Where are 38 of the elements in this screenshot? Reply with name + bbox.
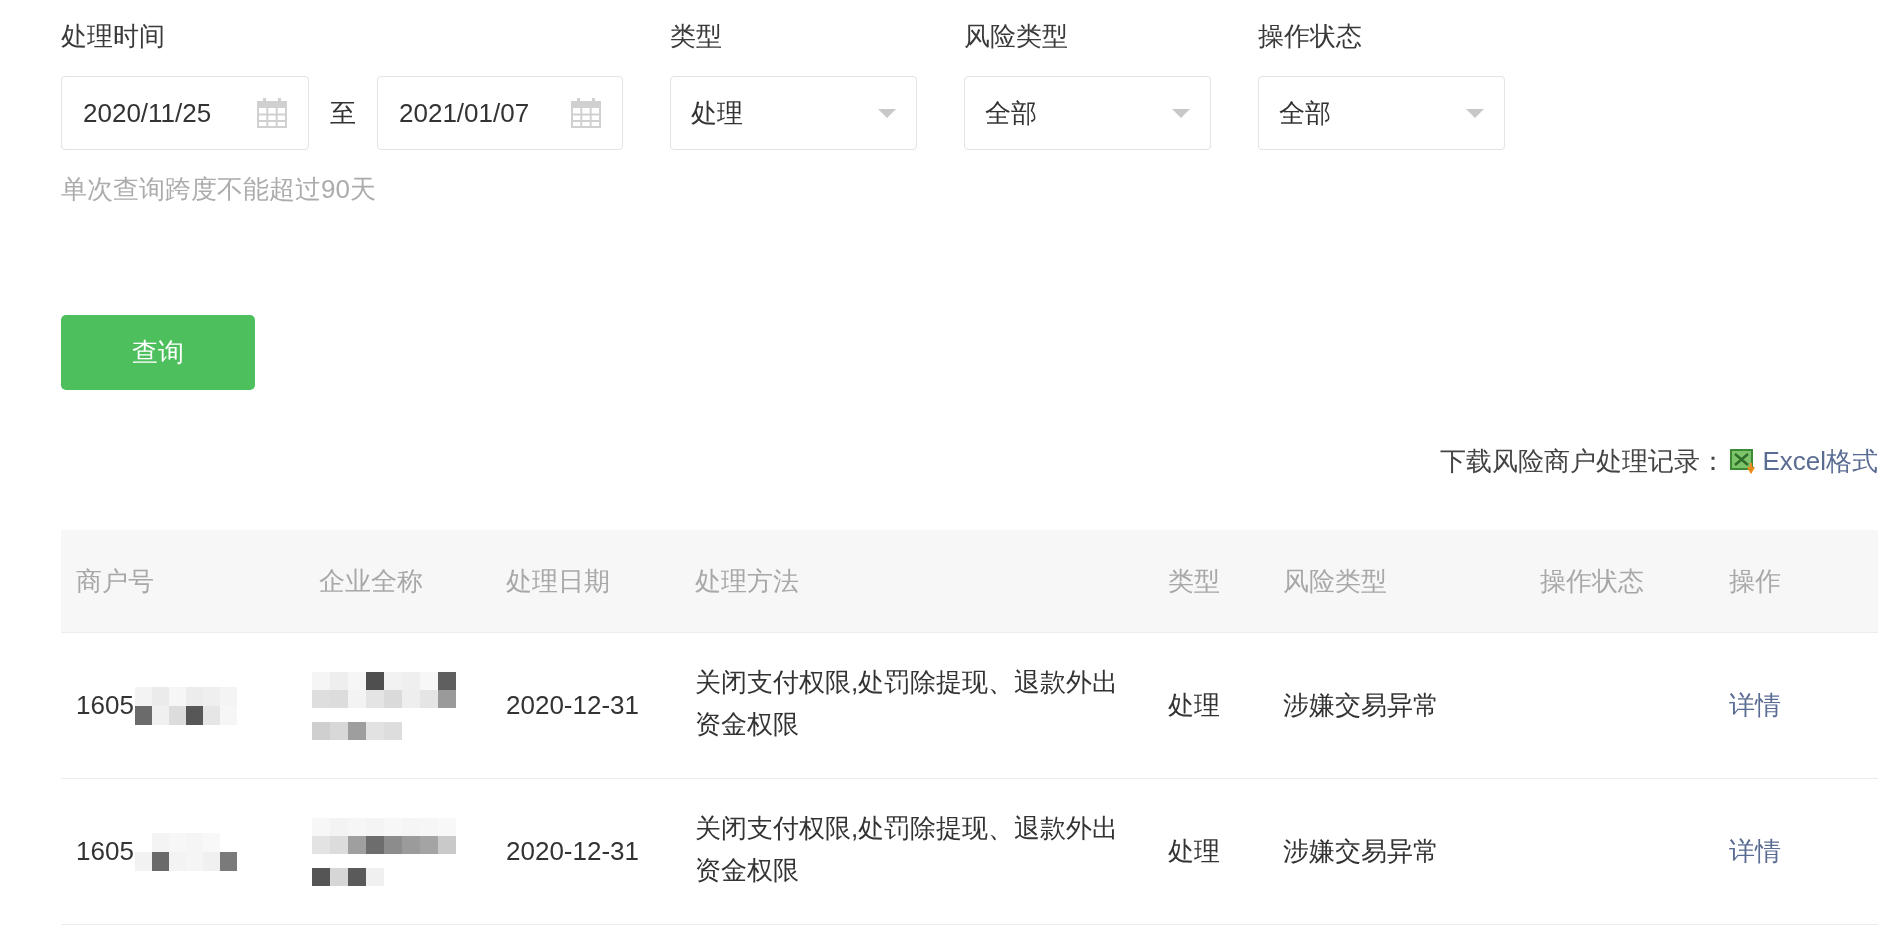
field-label: 处理时间 — [61, 20, 165, 52]
download-label: 下载风险商户处理记录： — [1440, 445, 1727, 477]
risk-type: 涉嫌交易异常 — [1283, 690, 1439, 720]
dropdown-select[interactable]: 全部 — [964, 76, 1211, 150]
column-header: 企业全称 — [319, 565, 423, 596]
process-method: 关闭支付权限,处罚除提现、退款外出资金权限 — [695, 811, 1120, 887]
column-header: 商户号 — [76, 565, 154, 596]
type-value: 处理 — [1168, 836, 1220, 866]
type-value: 处理 — [1168, 690, 1220, 720]
calendar-icon[interactable] — [571, 98, 601, 128]
field-label: 操作状态 — [1258, 20, 1362, 52]
field-label: 风险类型 — [964, 20, 1068, 52]
field-label: 类型 — [670, 20, 722, 52]
process-method: 关闭支付权限,处罚除提现、退款外出资金权限 — [695, 665, 1120, 741]
dropdown-select[interactable]: 全部 — [1258, 76, 1505, 150]
date-field[interactable]: 2021/01/07 — [377, 76, 623, 150]
merchant-number: 1605 — [76, 835, 134, 868]
process-date: 2020-12-31 — [506, 836, 639, 866]
column-header: 处理日期 — [506, 565, 610, 596]
hint-text: 单次查询跨度不能超过90天 — [61, 173, 376, 205]
column-header: 操作状态 — [1540, 565, 1644, 596]
download-link[interactable]: Excel格式 — [1762, 445, 1878, 477]
caret-down-icon — [878, 108, 896, 118]
column-header: 类型 — [1168, 565, 1220, 596]
risk-type: 涉嫌交易异常 — [1283, 836, 1439, 866]
calendar-icon[interactable] — [257, 98, 287, 128]
merchant-number: 1605 — [76, 689, 134, 722]
column-header: 操作 — [1729, 565, 1781, 596]
column-header: 风险类型 — [1283, 565, 1387, 596]
process-date: 2020-12-31 — [506, 690, 639, 720]
details-link[interactable]: 详情 — [1729, 690, 1781, 720]
caret-down-icon — [1466, 108, 1484, 118]
range-separator: 至 — [330, 97, 356, 129]
date-field[interactable]: 2020/11/25 — [61, 76, 309, 150]
column-header: 处理方法 — [695, 565, 799, 596]
details-link[interactable]: 详情 — [1729, 836, 1781, 866]
dropdown-select[interactable]: 处理 — [670, 76, 917, 150]
caret-down-icon — [1172, 108, 1190, 118]
